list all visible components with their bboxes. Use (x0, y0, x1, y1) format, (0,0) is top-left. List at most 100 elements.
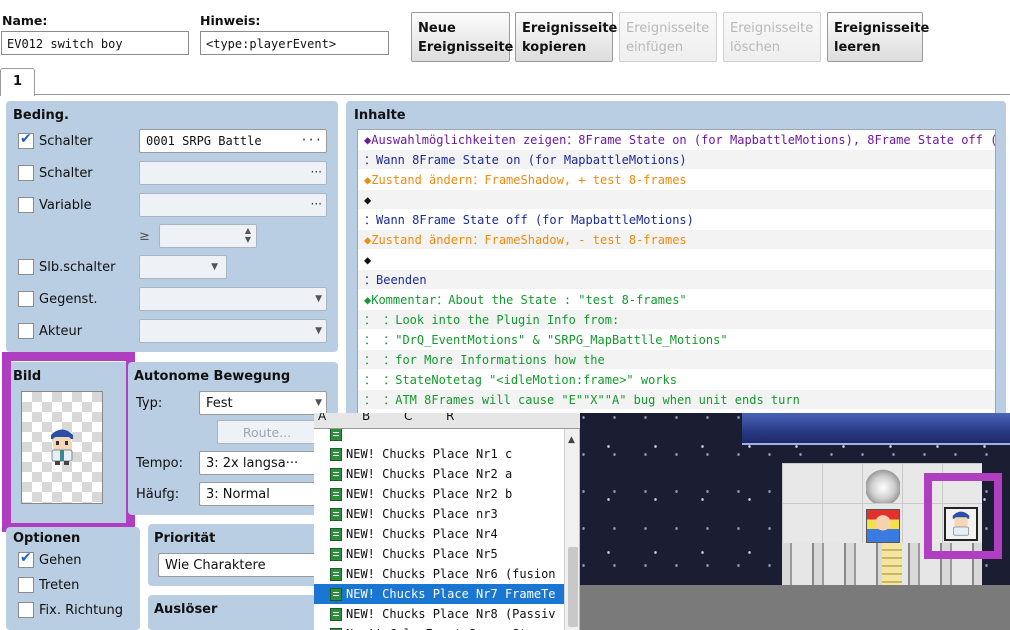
event-command-line[interactable]: ：Beenden (358, 270, 995, 290)
map-list-item[interactable]: NEW! Chucks Place Nr2 b (314, 484, 564, 504)
conditions-title: Beding. (13, 108, 69, 123)
frequency-value: 3: Normal (206, 487, 270, 502)
route-label: Route... (242, 425, 292, 440)
actor-label: Akteur (39, 324, 83, 339)
variable-value-spinner[interactable]: ▲ ▼ (159, 224, 257, 248)
event-command-line[interactable]: ◆ (358, 190, 995, 210)
new-page-button[interactable]: Neue Ereignisseite (411, 12, 513, 62)
tab-strip-line (0, 94, 1010, 95)
map-list-rows: NEW! Chucks Place Nr1 c NEW! Chucks Place… (314, 429, 564, 630)
event-command-line[interactable]: ： ：Look into the Plugin Info from: (358, 310, 995, 330)
switch1-checkbox[interactable] (18, 131, 34, 149)
map-file-icon (330, 528, 342, 541)
spinner-arrows-icon[interactable]: ▲ ▼ (245, 226, 251, 244)
image-highlight-frame (2, 352, 135, 532)
switch1-label: Schalter (39, 134, 93, 149)
map-list-item[interactable]: NEW! Chucks Place Nr4 (314, 524, 564, 544)
options-title: Optionen (13, 531, 81, 546)
switch2-checkbox[interactable] (18, 165, 34, 181)
ellipsis-icon: ··· (310, 165, 322, 179)
item-checkbox[interactable] (18, 291, 34, 307)
event-command-line[interactable]: ：Wann 8Frame State off (for MapbattleMot… (358, 210, 995, 230)
map-highlight-frame (924, 473, 1002, 559)
map-file-icon (330, 429, 342, 441)
map-list-item[interactable]: NEW! Chucks Place Nr5 (314, 544, 564, 564)
map-list-item[interactable]: NEW! Chucks Place Nr2 a (314, 464, 564, 484)
type-selector[interactable]: Fest ▼ (199, 391, 327, 415)
speed-selector[interactable]: 3: 2x langsa··· (199, 451, 327, 475)
actor-selector[interactable]: ▼ (139, 319, 327, 343)
name-field[interactable]: EV012 switch boy (1, 31, 189, 55)
copy-page-button[interactable]: Ereignisseite kopieren (515, 12, 617, 62)
switch2-selector[interactable]: ··· (139, 161, 327, 185)
tileset-tab-r[interactable]: R (446, 413, 454, 423)
map-list-item[interactable]: NEW! Chucks Place Nr8 (Passiv (314, 604, 564, 624)
map-top-wall (742, 413, 1010, 445)
map-list-item[interactable]: New!! Calc Event Spawn Stora (314, 624, 564, 630)
paste-page-button[interactable]: Ereignisseite einfügen (619, 12, 717, 62)
self-switch-selector[interactable]: ▼ (139, 255, 227, 279)
map-list-item[interactable]: NEW! Chucks Place Nr6 (fusion (314, 564, 564, 584)
map-file-icon (330, 608, 342, 621)
chevron-down-icon: ▼ (211, 262, 218, 272)
event-command-line[interactable]: ◆Zustand ändern：FrameShadow, + test 8-fr… (358, 170, 995, 190)
frequency-label: Häufg: (136, 487, 180, 502)
actor-checkbox[interactable] (18, 323, 34, 339)
route-button[interactable]: Route... (217, 420, 317, 444)
direction-fix-checkbox[interactable] (18, 602, 34, 618)
clear-page-button[interactable]: Ereignisseite leeren (827, 12, 929, 62)
map-ground (580, 585, 1010, 630)
event-command-list[interactable]: ◆Auswahlmöglichkeiten zeigen：8Frame Stat… (357, 129, 996, 417)
map-list-item[interactable] (314, 429, 564, 444)
event-command-line[interactable]: ◆Kommentar：About the State : "test 8-fra… (358, 290, 995, 310)
walking-label: Gehen (39, 553, 82, 568)
map-list[interactable]: NEW! Chucks Place Nr1 c NEW! Chucks Place… (314, 429, 580, 630)
event-command-line[interactable]: ： ："DrQ_EventMotions" & "SRPG_MapBattlle… (358, 330, 995, 350)
item-selector[interactable]: ▼ (139, 287, 327, 311)
map-smoke-event[interactable] (866, 469, 900, 503)
switch1-selector[interactable]: 0001 SRPG Battle ··· (139, 129, 327, 153)
priority-selector[interactable]: Wie Charaktere (158, 553, 328, 577)
item-label: Gegenst. (39, 292, 98, 307)
variable-checkbox[interactable] (18, 197, 34, 213)
variable-selector[interactable]: ··· (139, 193, 327, 217)
map-list-item[interactable]: NEW! Chucks Place nr3 (314, 504, 564, 524)
map-file-icon (330, 568, 342, 581)
tileset-tab-strip: A B C R (314, 413, 580, 429)
switch1-value: 0001 SRPG Battle (146, 134, 262, 148)
scroll-up-icon[interactable]: ▲ (568, 435, 575, 445)
walking-checkbox[interactable] (18, 550, 34, 568)
map-file-icon (330, 548, 342, 561)
map-list-item[interactable]: NEW! Chucks Place Nr7 FrameTe (314, 584, 564, 604)
map-list-item-label: NEW! Chucks Place Nr5 (346, 547, 498, 561)
event-command-line[interactable]: ： ：for More Informations how the (358, 350, 995, 370)
event-command-line[interactable]: ： ：StateNotetag "<idleMotion:frame>" wor… (358, 370, 995, 390)
hint-field[interactable]: <type:playerEvent> (200, 31, 389, 55)
frequency-selector[interactable]: 3: Normal (199, 482, 327, 506)
ellipsis-icon: ··· (310, 197, 322, 211)
self-switch-checkbox[interactable] (18, 259, 34, 275)
type-value: Fest (206, 396, 233, 411)
priority-value: Wie Charaktere (165, 558, 266, 573)
event-command-line[interactable]: ◆ (358, 250, 995, 270)
map-file-icon (330, 588, 342, 601)
map-clown-event[interactable] (866, 509, 900, 543)
map-list-scrollbar[interactable]: ▲ (564, 429, 579, 630)
event-command-line[interactable]: ◆Zustand ändern：FrameShadow, - test 8-fr… (358, 230, 995, 250)
delete-page-button[interactable]: Ereignisseite löschen (723, 12, 821, 62)
map-preview[interactable] (580, 413, 1010, 630)
event-command-line[interactable]: ◆Auswahlmöglichkeiten zeigen：8Frame Stat… (358, 130, 995, 150)
map-list-item-label: NEW! Chucks Place Nr6 (fusion (346, 567, 556, 581)
map-file-icon (330, 508, 342, 521)
event-command-line[interactable]: ： ：ATM 8Frames will cause "E""X""A" bug … (358, 390, 995, 410)
stepping-checkbox[interactable] (18, 577, 34, 593)
map-list-item[interactable]: NEW! Chucks Place Nr1 c (314, 444, 564, 464)
map-file-icon (330, 468, 342, 481)
tileset-tab-b[interactable]: B (362, 413, 370, 423)
contents-title: Inhalte (354, 108, 406, 123)
tileset-tab-c[interactable]: C (404, 413, 412, 423)
event-command-line[interactable]: ：Wann 8Frame State on (for MapbattleMoti… (358, 150, 995, 170)
scrollbar-thumb[interactable] (568, 547, 578, 627)
tab-page-1[interactable]: 1 (0, 68, 35, 96)
tileset-tab-a[interactable]: A (318, 413, 326, 423)
